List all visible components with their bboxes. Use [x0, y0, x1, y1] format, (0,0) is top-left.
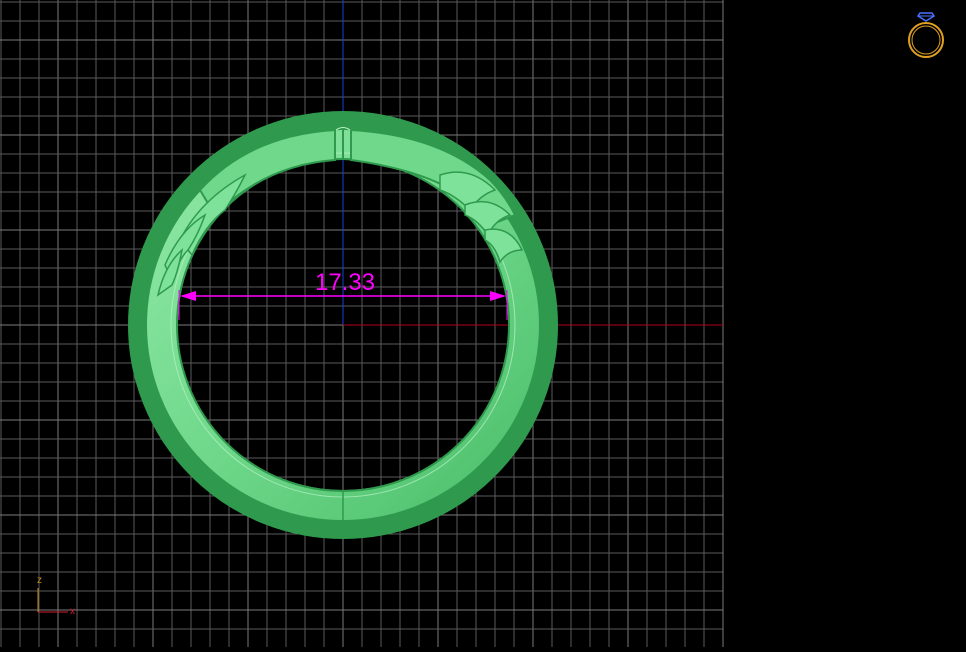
gem-icon	[916, 12, 936, 22]
triad-z-label: z	[37, 575, 42, 586]
triad-x-label: x	[70, 606, 75, 617]
cad-viewport[interactable]: 17.33 z x	[0, 0, 966, 647]
viewport-canvas[interactable]: 17.33 z x	[0, 0, 966, 647]
dimension-arrow-left	[180, 291, 196, 301]
ring-preview-icon[interactable]	[908, 12, 944, 58]
grid	[0, 0, 724, 647]
ring-icon-inner	[911, 25, 941, 55]
dimension-value: 17.33	[315, 269, 375, 296]
dimension-arrow-right	[490, 291, 506, 301]
axis-triad: z x	[37, 575, 75, 617]
ring-icon	[908, 22, 944, 58]
